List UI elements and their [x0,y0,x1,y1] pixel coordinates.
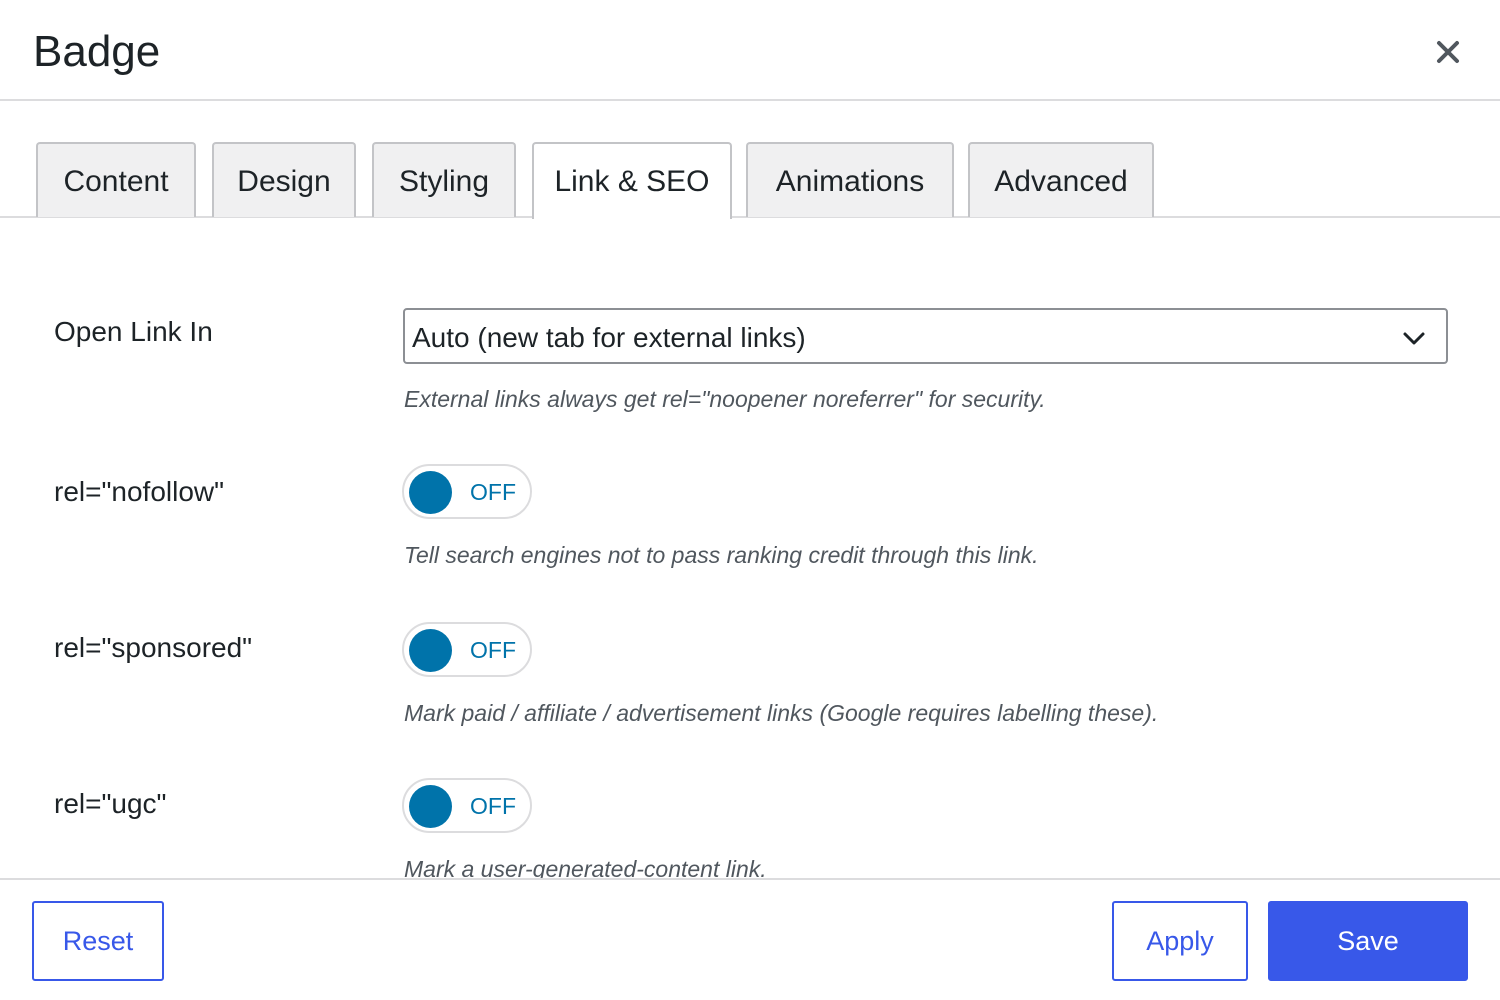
open-link-in-value: Auto (new tab for external links) [412,322,806,353]
ugc-toggle-state: OFF [470,793,516,819]
ugc-label: rel="ugc" [54,788,167,819]
save-button[interactable]: Save [1268,901,1468,981]
toggle-knob [409,471,452,514]
dialog-footer: Reset Apply Save [0,878,1500,1000]
sponsored-toggle-state: OFF [470,637,516,663]
toggle-knob [409,629,452,672]
open-link-in-help: External links always get rel="noopener … [404,386,1046,412]
close-button[interactable] [1428,32,1468,72]
reset-button[interactable]: Reset [32,901,164,981]
dialog-header: Badge [0,0,1500,101]
tab-content[interactable]: Content [36,142,196,217]
apply-button[interactable]: Apply [1112,901,1248,981]
nofollow-toggle[interactable]: OFF [402,464,532,519]
link-seo-panel: Open Link In Auto (new tab for external … [0,218,1500,878]
badge-dialog: Badge Content Design Styling Link & SEO … [0,0,1500,1000]
nofollow-help: Tell search engines not to pass ranking … [404,542,1039,568]
dialog-title: Badge [33,27,161,76]
tab-advanced[interactable]: Advanced [968,142,1154,217]
nofollow-label: rel="nofollow" [54,476,225,507]
ugc-toggle[interactable]: OFF [402,778,532,833]
ugc-help: Mark a user-generated-content link. [404,856,767,878]
nofollow-toggle-state: OFF [470,479,516,505]
close-icon [1437,41,1459,63]
tab-styling[interactable]: Styling [372,142,516,217]
tab-link-seo[interactable]: Link & SEO [532,142,732,219]
toggle-knob [409,785,452,828]
chevron-down-icon [1403,332,1425,345]
open-link-in-label: Open Link In [54,316,213,347]
sponsored-toggle[interactable]: OFF [402,622,532,677]
tab-bar: Content Design Styling Link & SEO Animat… [0,101,1500,219]
tab-design[interactable]: Design [212,142,356,217]
sponsored-label: rel="sponsored" [54,632,253,663]
open-link-in-select[interactable]: Auto (new tab for external links) [403,308,1448,364]
tab-animations[interactable]: Animations [746,142,954,217]
sponsored-help: Mark paid / affiliate / advertisement li… [404,700,1159,726]
